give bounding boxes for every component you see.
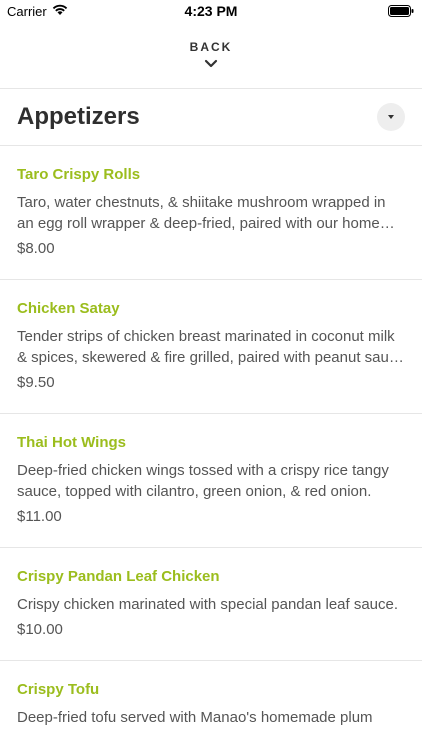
status-time: 4:23 PM [184,3,238,19]
item-description: Taro, water chestnuts, & shiitake mushro… [17,194,395,232]
section-dropdown-button[interactable] [377,103,405,131]
item-price: $9.50 [17,374,55,391]
item-name: Taro Crispy Rolls [17,166,141,183]
item-description: Deep-fried tofu served with Manao's home… [17,709,373,726]
status-bar: Carrier 4:23 PM [0,0,422,24]
item-price: $8.00 [17,240,55,257]
section-header: Appetizers [0,89,422,145]
menu-item[interactable]: Thai Hot Wings Deep-fried chicken wings … [0,414,422,548]
menu-list[interactable]: Taro Crispy Rolls Taro, water chestnuts,… [0,146,422,750]
section-title: Appetizers [17,103,140,130]
item-name: Crispy Tofu [17,681,100,698]
item-description: Deep-fried chicken wings tossed with a c… [17,462,389,500]
item-name: Chicken Satay [17,300,120,317]
item-name: Crispy Pandan Leaf Chicken [17,568,220,585]
item-price: $11.00 [17,508,62,525]
battery-icon [388,5,414,20]
menu-item[interactable]: Crispy Tofu Deep-fried tofu served with … [0,661,422,750]
item-name: Thai Hot Wings [17,434,127,451]
menu-item[interactable]: Chicken Satay Tender strips of chicken b… [0,280,422,414]
item-price: $10.00 [17,621,63,638]
back-label: BACK [189,40,233,54]
caret-down-icon [386,108,396,126]
chevron-down-icon [0,56,422,74]
menu-item[interactable]: Taro Crispy Rolls Taro, water chestnuts,… [0,146,422,280]
item-description: Tender strips of chicken breast marinate… [17,328,404,366]
item-description: Crispy chicken marinated with special pa… [17,596,399,613]
back-button[interactable]: BACK [0,36,422,80]
menu-item[interactable]: Crispy Pandan Leaf Chicken Crispy chicke… [0,548,422,661]
